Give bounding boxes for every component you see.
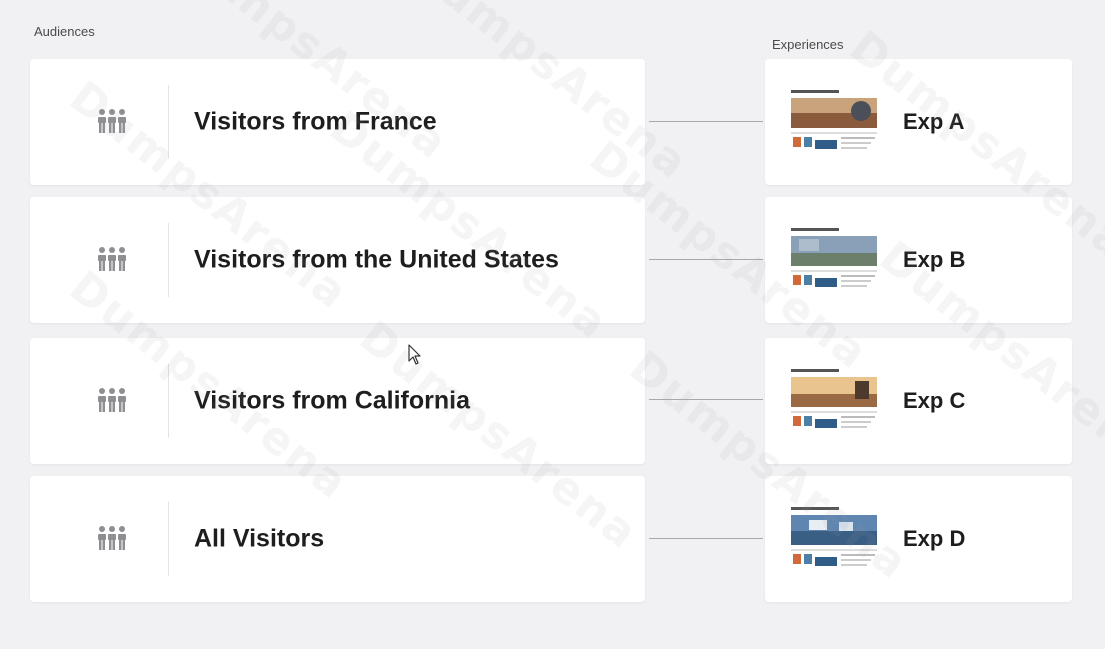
mouse-cursor-icon [408, 344, 421, 365]
experience-label: Exp A [903, 109, 965, 134]
experience-label: Exp B [903, 247, 966, 272]
experience-card-c[interactable]: Exp C [765, 338, 1072, 464]
exp-thumbnail-image [789, 225, 879, 295]
connector-line [649, 259, 763, 260]
experience-card-d[interactable]: Exp D [765, 476, 1072, 602]
connector-line [649, 399, 763, 400]
audience-label: All Visitors [194, 524, 325, 553]
audience-card-united-states[interactable]: Visitors from the United States [30, 197, 645, 323]
audiences-heading: Audiences [34, 24, 95, 39]
connector-line [649, 121, 763, 122]
exp-thumbnail-image [789, 366, 879, 436]
audience-label: Visitors from California [194, 386, 470, 415]
experience-card-b[interactable]: Exp B [765, 197, 1072, 323]
exp-thumbnail-image [789, 504, 879, 574]
people-icon [98, 526, 126, 550]
audience-label: Visitors from France [194, 107, 437, 136]
people-icon [98, 388, 126, 412]
audience-card-all-visitors[interactable]: All Visitors [30, 476, 645, 602]
divider [168, 364, 169, 438]
connector-line [649, 538, 763, 539]
experience-label: Exp D [903, 526, 966, 551]
experience-label: Exp C [903, 388, 966, 413]
audience-label: Visitors from the United States [194, 245, 559, 274]
experience-card-a[interactable]: Exp A [765, 59, 1072, 185]
divider [168, 223, 169, 297]
divider [168, 502, 169, 576]
divider [168, 85, 169, 159]
audience-card-france[interactable]: Visitors from France [30, 59, 645, 185]
people-icon [98, 109, 126, 133]
exp-thumbnail-image [789, 87, 879, 157]
experiences-heading: Experiences [772, 37, 844, 52]
people-icon [98, 247, 126, 271]
audience-card-california[interactable]: Visitors from California [30, 338, 645, 464]
